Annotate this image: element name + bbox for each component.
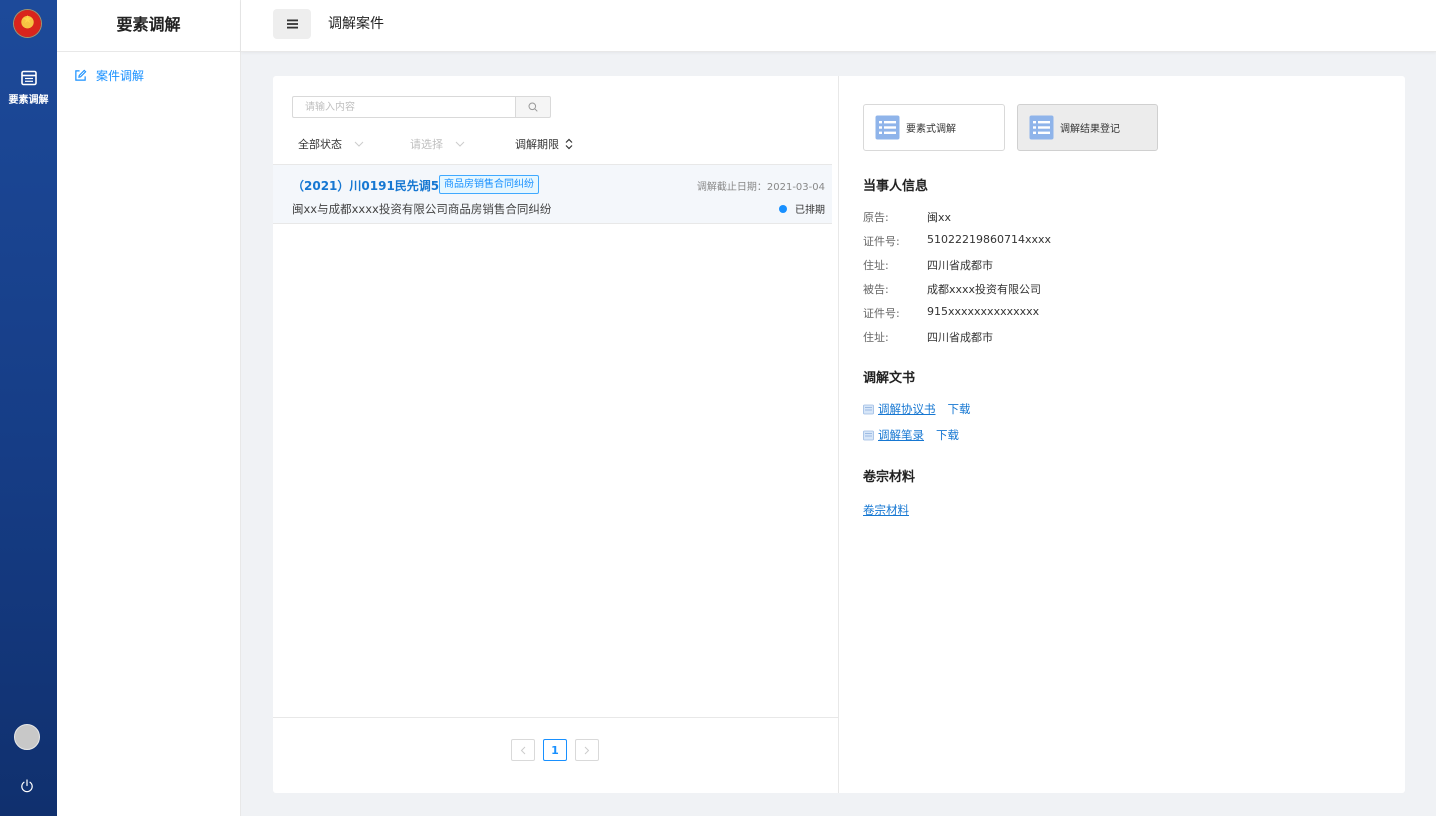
record-document-link[interactable]: 调解笔录 — [878, 427, 924, 443]
deadline-sort[interactable]: 调解期限 — [515, 136, 573, 152]
sort-icon — [565, 138, 573, 150]
party-field-label: 被告: — [863, 283, 889, 296]
search-bar — [292, 96, 551, 118]
chevron-left-icon — [520, 746, 526, 754]
table-icon — [20, 70, 37, 86]
court-emblem-logo: ★ — [14, 10, 41, 37]
icon-rail: ★ 要素调解 — [0, 0, 57, 816]
menu-item-case-mediation[interactable]: 案件调解 — [57, 60, 240, 90]
case-number[interactable]: （2021）川0191民先调58号 — [292, 177, 460, 194]
case-type-tag: 商品房销售合同纠纷 — [439, 175, 539, 194]
status-text: 已排期 — [795, 205, 825, 216]
party-field-value: 915xxxxxxxxxxxxxx — [927, 305, 1040, 318]
case-list-panel: 全部状态 请选择 调解期限 — [273, 76, 839, 793]
chevron-down-icon — [455, 141, 465, 147]
party-field-value: 51022219860714xxxx — [927, 233, 1052, 246]
party-row-defendant-id: 证件号: 915xxxxxxxxxxxxxx — [863, 305, 1039, 321]
menu-toggle-button[interactable] — [273, 9, 311, 39]
documents-section-title: 调解文书 — [863, 371, 916, 386]
side-menu: 要素调解 案件调解 — [57, 0, 241, 816]
search-input[interactable] — [292, 96, 515, 118]
case-detail-panel: 要素式调解 调解结果登记 当事人信息 原告: 闽xx 证件号: 51022219… — [839, 76, 1405, 793]
party-field-label: 原告: — [863, 211, 889, 224]
document-row: 调解笔录 下载 — [863, 427, 959, 443]
list-icon — [1029, 115, 1054, 140]
deadline-sort-label: 调解期限 — [515, 138, 559, 151]
next-page-button[interactable] — [575, 739, 599, 761]
party-field-label: 住址: — [863, 331, 889, 344]
party-row-defendant: 被告: 成都xxxx投资有限公司 — [863, 281, 1041, 297]
party-field-value: 成都xxxx投资有限公司 — [927, 283, 1042, 296]
result-register-label: 调解结果登记 — [1060, 124, 1120, 135]
document-icon — [863, 430, 874, 440]
party-row-plaintiff-address: 住址: 四川省成都市 — [863, 257, 993, 273]
result-register-button[interactable]: 调解结果登记 — [1017, 104, 1158, 151]
case-files-link[interactable]: 卷宗材料 — [863, 502, 909, 518]
rail-nav-label: 要素调解 — [8, 95, 49, 106]
filter-bar: 全部状态 请选择 调解期限 — [292, 134, 573, 154]
menu-item-label: 案件调解 — [96, 68, 145, 83]
chevron-right-icon — [584, 746, 590, 754]
main-card: 全部状态 请选择 调解期限 — [273, 76, 1405, 793]
case-deadline: 调解截止日期：2021-03-04 — [696, 182, 825, 193]
avatar[interactable] — [14, 724, 40, 750]
agreement-document-link[interactable]: 调解协议书 — [878, 401, 936, 417]
edit-icon — [75, 69, 87, 81]
party-field-value: 四川省成都市 — [927, 331, 993, 344]
status-filter-value: 全部状态 — [298, 138, 342, 151]
list-icon — [875, 115, 900, 140]
power-icon[interactable] — [19, 778, 35, 794]
menu-title: 要素调解 — [57, 0, 240, 52]
top-header: 调解案件 — [241, 0, 1436, 52]
page-number-button[interactable]: 1 — [543, 739, 567, 761]
party-row-plaintiff: 原告: 闽xx — [863, 209, 951, 225]
party-row-plaintiff-id: 证件号: 51022219860714xxxx — [863, 233, 1051, 249]
status-dot — [779, 204, 787, 213]
parties-section-title: 当事人信息 — [863, 179, 929, 194]
page-title: 调解案件 — [328, 16, 384, 32]
party-field-label: 证件号: — [863, 235, 900, 248]
download-link[interactable]: 下载 — [936, 427, 959, 443]
party-row-defendant-address: 住址: 四川省成都市 — [863, 329, 993, 345]
pagination: 1 — [511, 739, 607, 761]
status-badge: 已排期 — [779, 201, 825, 216]
prev-page-button[interactable] — [511, 739, 535, 761]
files-section-title: 卷宗材料 — [863, 470, 916, 485]
element-mediation-button[interactable]: 要素式调解 — [863, 104, 1005, 151]
party-field-value: 闽xx — [927, 211, 952, 224]
document-icon — [863, 404, 874, 414]
status-filter-select[interactable]: 全部状态 — [292, 136, 404, 152]
category-filter-select[interactable]: 请选择 — [404, 136, 515, 152]
search-icon — [528, 102, 538, 112]
pagination-bar: 1 — [273, 717, 838, 793]
download-link[interactable]: 下载 — [948, 401, 971, 417]
hamburger-icon — [286, 19, 298, 29]
case-list-item[interactable]: （2021）川0191民先调58号 商品房销售合同纠纷 调解截止日期：2021-… — [273, 164, 832, 224]
category-filter-placeholder: 请选择 — [410, 138, 443, 151]
element-mediation-label: 要素式调解 — [906, 124, 956, 135]
party-field-label: 住址: — [863, 259, 889, 272]
case-description: 闽xx与成都xxxx投资有限公司商品房销售合同纠纷 — [292, 202, 552, 216]
document-row: 调解协议书 下载 — [863, 401, 971, 417]
party-field-label: 证件号: — [863, 307, 900, 320]
party-field-value: 四川省成都市 — [927, 259, 993, 272]
rail-nav-mediation[interactable]: 要素调解 — [0, 70, 57, 106]
search-button[interactable] — [515, 96, 551, 118]
chevron-down-icon — [354, 141, 364, 147]
